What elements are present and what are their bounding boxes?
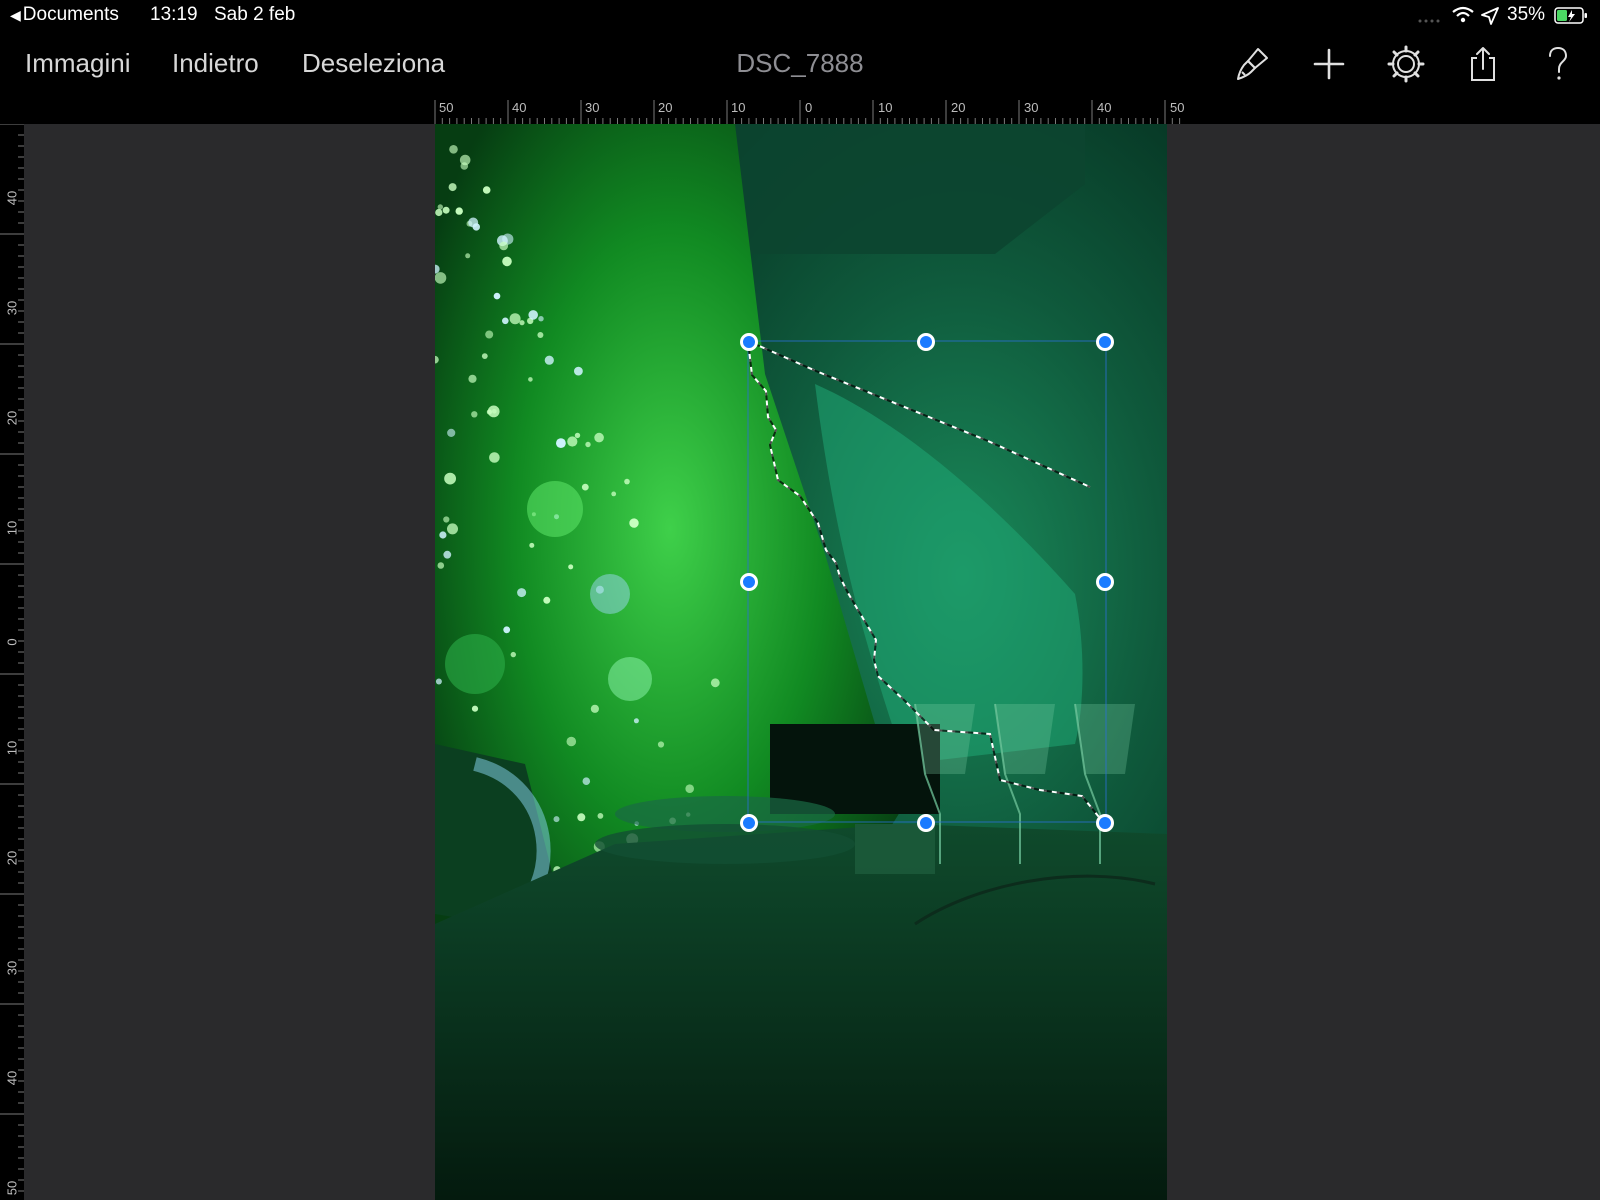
selection-handle-bottom-right[interactable] <box>1096 814 1114 832</box>
selection-handle-bottom[interactable] <box>917 814 935 832</box>
selection-marquee-shadow <box>747 340 1104 823</box>
selection-handle-right[interactable] <box>1096 573 1114 591</box>
selection-handle-top-right[interactable] <box>1096 333 1114 351</box>
selection-overlay[interactable] <box>0 0 1600 1200</box>
selection-handle-top[interactable] <box>917 333 935 351</box>
selection-bounding-box <box>747 340 1107 823</box>
selection-marquee <box>747 340 1104 823</box>
selection-handle-top-left[interactable] <box>740 333 758 351</box>
selection-handle-bottom-left[interactable] <box>740 814 758 832</box>
selection-handle-left[interactable] <box>740 573 758 591</box>
